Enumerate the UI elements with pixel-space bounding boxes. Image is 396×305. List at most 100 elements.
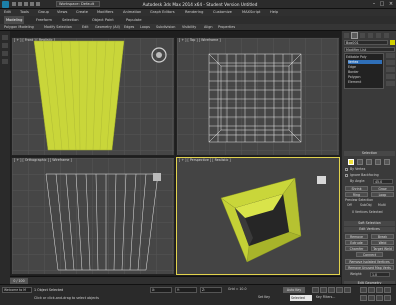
ribbon-polygon-modeling[interactable]: Polygon Modeling (4, 24, 34, 31)
stack-item-element[interactable]: Element (348, 80, 361, 84)
zoom-extents-icon[interactable] (360, 295, 367, 301)
menu-edit[interactable]: Edit (4, 9, 11, 16)
select-tool-icon[interactable] (2, 35, 8, 40)
remove-unused-map-verts-button[interactable]: Remove Unused Map Verts (345, 265, 394, 270)
ribbon-align[interactable]: Align (204, 24, 213, 31)
tab-modeling[interactable]: Modeling (4, 16, 25, 24)
border-mode-icon[interactable] (366, 159, 372, 165)
z-coordinate-field[interactable]: Z: (200, 287, 222, 293)
break-button[interactable]: Break (371, 234, 394, 239)
zoom-all-icon[interactable] (384, 295, 391, 301)
edit-vertices-rollout-header[interactable]: Edit Vertices (344, 227, 395, 232)
weight-spinner[interactable]: 1.0 (370, 272, 390, 277)
show-end-result-icon[interactable] (386, 60, 395, 65)
app-logo-icon[interactable] (2, 1, 9, 8)
ribbon-subdivision[interactable]: Subdivision (156, 24, 175, 31)
auto-key-button[interactable]: Auto Key (283, 287, 305, 293)
open-file-icon[interactable] (18, 2, 22, 6)
remove-isolated-vertices-button[interactable]: Remove Isolated Vertices (345, 259, 394, 264)
target-weld-button[interactable]: Target Weld (371, 246, 394, 251)
ring-button[interactable]: Ring (345, 192, 368, 197)
viewcube-icon[interactable] (317, 176, 326, 184)
move-tool-icon[interactable] (2, 43, 8, 48)
set-key-button[interactable]: Set Key (258, 295, 270, 300)
menu-customize[interactable]: Customize (213, 9, 232, 16)
preview-subobj-radio[interactable]: SubObj (360, 203, 372, 208)
viewcube-icon[interactable] (150, 46, 168, 64)
maximize-button[interactable]: □ (378, 1, 386, 7)
chamfer-button[interactable]: Chamfer (345, 246, 368, 251)
ribbon-loops[interactable]: Loops (140, 24, 150, 31)
preview-off-radio[interactable]: Off (347, 203, 352, 208)
ribbon-edit[interactable]: Edit (82, 24, 89, 31)
remove-button[interactable]: Remove (345, 234, 368, 239)
extrude-button[interactable]: Extrude (345, 240, 368, 245)
tab-populate[interactable]: Populate (126, 16, 142, 24)
viewport-top[interactable]: [ + ] [ Top ] [ Wireframe ] (176, 37, 340, 156)
stack-item-vertex[interactable]: Vertex (348, 60, 382, 64)
walk-through-icon[interactable] (376, 295, 383, 301)
zoom-icon[interactable] (360, 287, 367, 293)
preview-multi-radio[interactable]: Multi (378, 203, 386, 208)
stack-item-polygon[interactable]: Polygon (348, 75, 361, 79)
menu-views[interactable]: Views (57, 9, 67, 16)
key-selection-dropdown[interactable]: Selected (290, 295, 312, 301)
field-of-view-icon[interactable] (368, 295, 375, 301)
ribbon-visibility[interactable]: Visibility (182, 24, 196, 31)
shrink-button[interactable]: Shrink (345, 186, 368, 191)
utilities-tab-icon[interactable] (384, 33, 389, 38)
next-frame-icon[interactable] (336, 287, 343, 293)
maximize-viewport-icon[interactable] (384, 287, 391, 293)
selection-rollout-header[interactable]: Selection (344, 151, 395, 156)
workspace-dropdown[interactable]: Workspace: Default (56, 1, 100, 7)
ignore-backfacing-checkbox[interactable] (345, 174, 348, 177)
viewport-front[interactable]: [ + ] [ Front ] [ Realistic ] (11, 37, 175, 156)
play-icon[interactable] (328, 287, 335, 293)
pan-icon[interactable] (368, 287, 375, 293)
object-name-field[interactable]: Box001 (344, 40, 388, 45)
save-file-icon[interactable] (24, 2, 28, 6)
ribbon-modify-selection[interactable]: Modify Selection (44, 24, 72, 31)
by-vertex-checkbox[interactable] (345, 168, 348, 171)
motion-tab-icon[interactable] (368, 33, 373, 38)
soft-selection-rollout-header[interactable]: Soft Selection (344, 221, 395, 226)
previous-frame-icon[interactable] (320, 287, 327, 293)
undo-icon[interactable] (30, 2, 34, 6)
tab-selection[interactable]: Selection (62, 16, 79, 24)
viewport-orthographic[interactable]: [ + ] [ Orthographic ] [ Wireframe ] (11, 157, 175, 275)
by-angle-spinner[interactable]: 45.0 (373, 179, 393, 184)
timeline[interactable]: 0 / 100 (10, 276, 341, 284)
connect-button[interactable]: Connect (356, 252, 383, 257)
close-button[interactable]: × (387, 1, 395, 7)
menu-modifiers[interactable]: Modifiers (97, 9, 113, 16)
object-color-swatch[interactable] (390, 40, 395, 45)
modify-tab-icon[interactable] (351, 32, 358, 39)
ribbon-edges[interactable]: Edges (124, 24, 134, 31)
menu-help[interactable]: Help (270, 9, 278, 16)
polygon-mode-icon[interactable] (375, 159, 381, 165)
menu-rendering[interactable]: Rendering (185, 9, 203, 16)
make-unique-icon[interactable] (386, 67, 395, 72)
edge-mode-icon[interactable] (357, 159, 363, 165)
key-filters-button[interactable]: Key Filters... (316, 295, 335, 300)
ribbon-geometry-all[interactable]: Geometry (All) (95, 24, 120, 31)
redo-icon[interactable] (36, 2, 40, 6)
x-coordinate-field[interactable]: X: (150, 287, 172, 293)
menu-tools[interactable]: Tools (20, 9, 29, 16)
go-to-end-icon[interactable] (344, 287, 351, 293)
viewport-perspective[interactable]: [ + ] [ Perspective ] [ Realistic ] (176, 157, 340, 275)
menu-group[interactable]: Group (38, 9, 49, 16)
tab-freeform[interactable]: Freeform (36, 16, 52, 24)
ribbon-properties[interactable]: Properties (218, 24, 235, 31)
create-tab-icon[interactable] (344, 33, 349, 38)
menu-maxscript[interactable]: MAXScript (242, 9, 260, 16)
hierarchy-tab-icon[interactable] (360, 33, 365, 38)
stack-item-editable-poly[interactable]: Editable Poly (346, 55, 367, 59)
minimize-button[interactable]: – (370, 1, 378, 7)
modifier-list-dropdown[interactable]: Modifier List (344, 47, 395, 52)
viewcube-icon[interactable] (153, 173, 161, 181)
display-tab-icon[interactable] (376, 33, 381, 38)
tab-object-paint[interactable]: Object Paint (92, 16, 114, 24)
new-file-icon[interactable] (12, 2, 16, 6)
loop-button[interactable]: Loop (371, 192, 394, 197)
